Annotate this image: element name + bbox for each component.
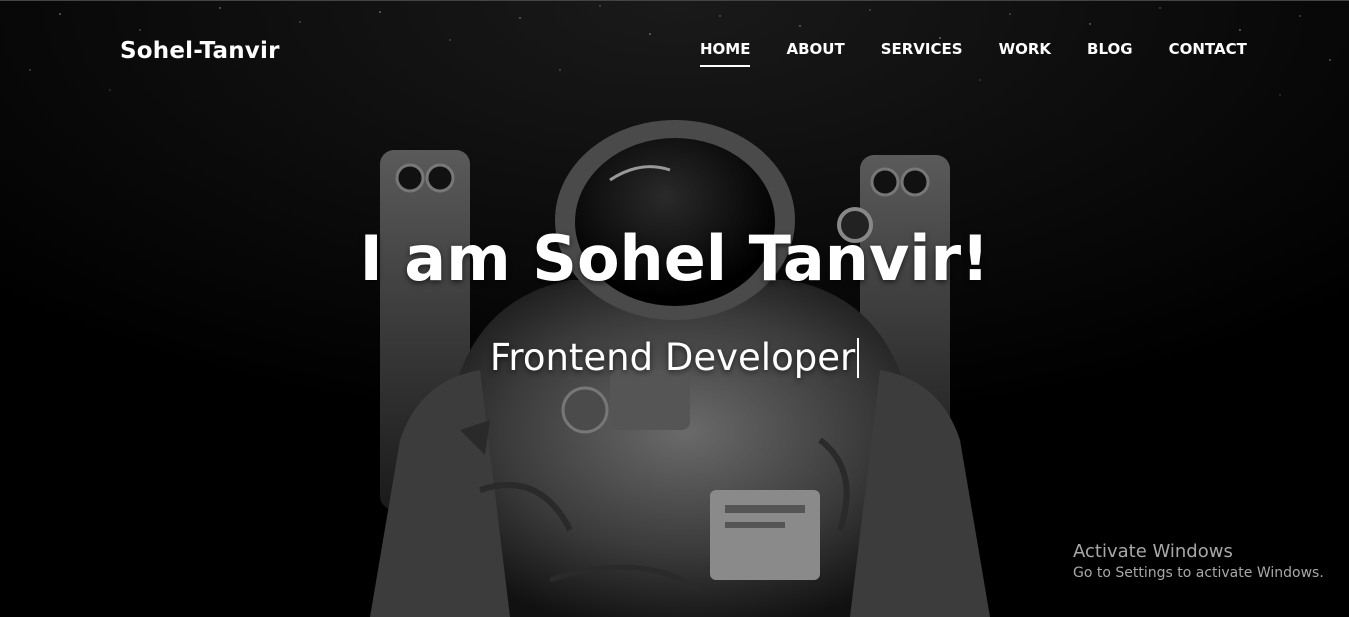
brand-logo[interactable]: Sohel-Tanvir: [120, 38, 280, 64]
watermark-title: Activate Windows: [1073, 541, 1233, 562]
hero-headline: I am Sohel Tanvir!: [0, 222, 1349, 295]
nav-link-services[interactable]: SERVICES: [881, 40, 963, 67]
nav-link-about[interactable]: ABOUT: [786, 40, 844, 67]
hero-section: Sohel-Tanvir HOME ABOUT SERVICES WORK BL…: [0, 0, 1349, 617]
navbar: Sohel-Tanvir HOME ABOUT SERVICES WORK BL…: [0, 0, 1349, 100]
typed-role-text: Frontend Developer: [489, 336, 856, 379]
nav-menu: HOME ABOUT SERVICES WORK BLOG CONTACT: [700, 40, 1283, 67]
hero-headline-text: I am Sohel Tanvir!: [359, 222, 990, 295]
typing-cursor: [857, 338, 860, 378]
hero-subline: Frontend Developer: [0, 336, 1349, 379]
nav-link-work[interactable]: WORK: [999, 40, 1051, 67]
watermark-subtitle: Go to Settings to activate Windows.: [1073, 565, 1324, 581]
windows-activation-watermark: Activate Windows Go to Settings to activ…: [1073, 541, 1324, 583]
nav-link-home[interactable]: HOME: [700, 40, 751, 67]
nav-link-blog[interactable]: BLOG: [1087, 40, 1133, 67]
nav-link-contact[interactable]: CONTACT: [1169, 40, 1247, 67]
